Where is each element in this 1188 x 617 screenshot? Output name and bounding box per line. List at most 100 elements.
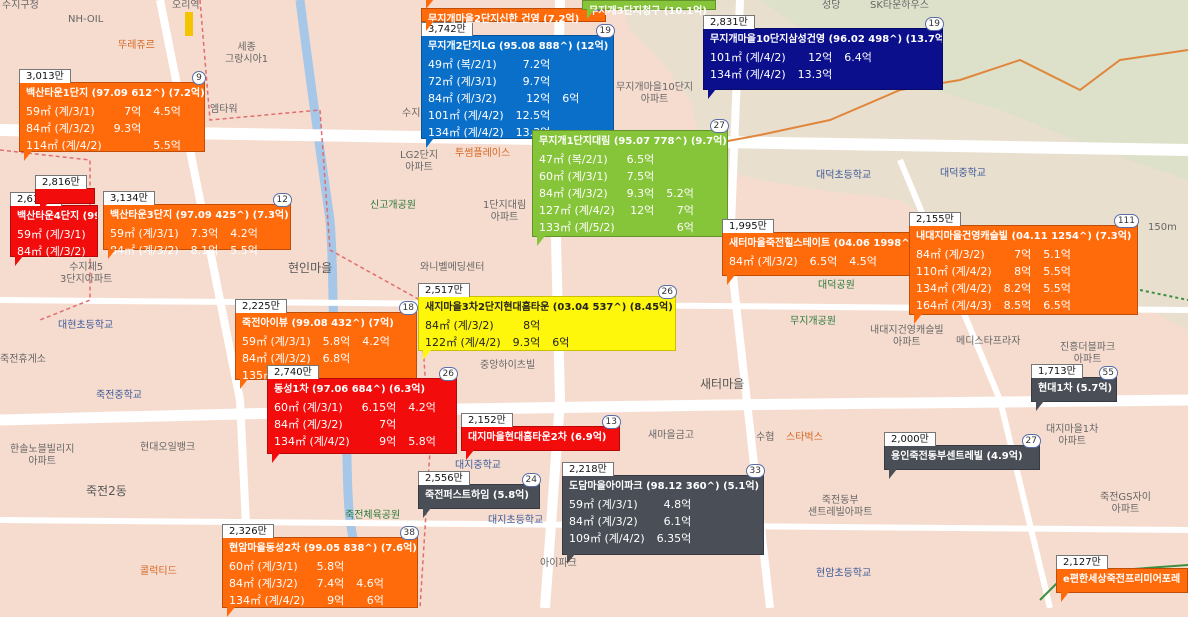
unit-price-table: 47㎡ (복/2/1) 6.5억 60㎡ (계/3/1) 7.5억 84㎡ (계/3/2…: [539, 151, 706, 236]
place-label: 콜럭티드: [140, 566, 177, 577]
sale-price: 6.5억: [626, 153, 655, 166]
sale-price: 9.3억: [512, 336, 541, 349]
jeonse-price: 4.5억: [849, 255, 877, 268]
complex-marker[interactable]: 2,326만 38 현암마을동성2차 (99.05 838^) (7.6억) 60㎡ …: [222, 524, 419, 617]
place-label: 대덕중학교: [940, 168, 986, 179]
place-label: 대지마을1차 아파트: [1046, 424, 1099, 447]
place-label: 새터마을: [700, 377, 745, 391]
place-label: 진흥더블파크 아파트: [1060, 342, 1116, 365]
place-label: 대덕공원: [818, 280, 855, 291]
place-label: 오리역: [172, 0, 200, 11]
complex-title: 백산타운1단지 (97.09 612^) (7.2억): [26, 88, 204, 99]
complex-marker[interactable]: 2,000만 27 용인죽전동부센트레빌 (4.9억): [884, 432, 1041, 479]
complex-marker[interactable]: 27 무지개1단지대림 (95.07 778^) (9.7억) 47㎡ (복/2/1…: [532, 119, 729, 246]
jeonse-price: [562, 107, 591, 124]
listing-count-badge: 26: [438, 367, 458, 381]
jeonse-price: [666, 168, 706, 185]
complex-marker[interactable]: 3,013만 9 백산타운1단지 (97.09 612^) (7.2억) 59㎡ (계…: [19, 69, 206, 161]
unit-row: 60㎡ (계/3/1) 5.8억: [229, 558, 396, 575]
sale-price: 8.1억: [190, 244, 219, 257]
sale-price: [114, 137, 154, 154]
unit-row: 101㎡ (계/4/2) 12.5억: [428, 107, 591, 124]
unit-row: 127㎡ (계/4/2) 12억 7억: [539, 202, 706, 219]
unit-size: 59㎡ (계/3/1): [242, 335, 311, 348]
unit-size: 101㎡ (계/4/2): [428, 109, 504, 122]
price-per-pyeong: 2,127만: [1056, 555, 1108, 569]
sale-price: 8.5억: [1003, 299, 1032, 312]
complex-title: 죽전아이뷰 (99.08 432^) (7억): [242, 318, 394, 329]
complex-marker[interactable]: 2,612만백산타운4단지 (9959㎡ (계/3/1)84㎡ (계/3/2): [10, 192, 98, 266]
unit-price-table: 60㎡ (계/3/1) 5.8억 84㎡ (계/3/2) 7.4억 4.6억 134㎡ (…: [229, 558, 396, 609]
unit-row: 109㎡ (계/4/2) 6.35억: [569, 530, 715, 547]
marker-pointer: [40, 203, 48, 213]
place-label: 1단지대림 아파트: [483, 200, 527, 223]
sale-price: 12억: [526, 92, 551, 105]
complex-title: 백산타운4단지 (99: [17, 211, 97, 222]
jeonse-price: [153, 120, 193, 137]
jeonse-price: [562, 56, 591, 73]
jeonse-price: 6.5억: [1043, 299, 1071, 312]
place-label: 새마을금고: [648, 430, 694, 441]
complex-marker[interactable]: 3,134만 12 백산타운3단지 (97.09 425^) (7.3억) 59㎡ (…: [103, 191, 292, 259]
marker-pointer: [423, 350, 431, 360]
price-per-pyeong: 2,326만: [222, 524, 274, 538]
jeonse-price: 5.5억: [230, 244, 258, 257]
jeonse-price: [703, 513, 715, 530]
place-label: 수지구청: [2, 0, 39, 11]
unit-size: 84㎡ (계/3/2): [539, 187, 608, 200]
complex-marker[interactable]: 2,831만 19 무지개마을10단지삼성건영 (96.02 498^) (13.7…: [703, 15, 944, 99]
unit-size: 134㎡ (계/4/2): [229, 594, 305, 607]
place-label: 성당: [822, 0, 841, 11]
place-label: SK타운하우스: [870, 0, 929, 11]
complex-marker[interactable]: 무지개3단지청구 (10.1억): [582, 0, 716, 19]
complex-title: 용인죽전동부센트레빌 (4.9억): [891, 451, 1023, 462]
place-label: 대지초등학교: [488, 515, 544, 526]
complex-marker[interactable]: 2,218만 33 도담마을아이파크 (98.12 360^) (5.1억) 59㎡ …: [562, 462, 765, 564]
unit-row: 84㎡ (계/3/2) 7억: [274, 416, 448, 433]
complex-marker[interactable]: 2,556만 24 죽전퍼스트하임 (5.8억): [418, 471, 541, 518]
listing-count-badge: 27: [1021, 434, 1041, 448]
complex-marker[interactable]: 1,995만새터마을죽전힐스테이트 (04.06 1998^ 84㎡ (계/3/2…: [722, 219, 914, 285]
unit-row: 84㎡ (계/3/2) 6.5억 4.5억: [729, 253, 889, 270]
price-per-pyeong: 3,013만: [19, 69, 71, 83]
complex-title: 죽전퍼스트하임 (5.8억): [425, 490, 529, 501]
place-label: 스타벅스: [786, 432, 823, 443]
sale-price: 7.4억: [316, 577, 345, 590]
place-label: 죽전휴게소: [0, 354, 46, 365]
sale-price: 13.3억: [797, 68, 833, 81]
complex-marker[interactable]: 1,713만 55 현대1차 (5.7억): [1031, 364, 1118, 411]
marker-pointer: [1036, 401, 1044, 411]
price-per-pyeong: 3,134만: [103, 191, 155, 205]
sale-price: 7억: [1014, 248, 1032, 261]
complex-marker[interactable]: 2,816만: [35, 175, 95, 213]
unit-row: 134㎡ (계/4/2) 13.3억: [710, 66, 884, 83]
complex-marker[interactable]: 3,742만 19 무지개2단지LG (95.08 888^) (12억) 49㎡ (…: [421, 22, 615, 148]
complex-title: 새터마을죽전힐스테이트 (04.06 1998^: [729, 238, 910, 249]
complex-marker[interactable]: 2,517만 26 새지마을3차2단지현대홈타운 (03.04 537^) (8.4…: [418, 283, 677, 360]
complex-marker[interactable]: 2,127만 e편한세상죽전프리미어포레: [1056, 555, 1188, 602]
listing-count-badge: 19: [924, 17, 944, 31]
place-label: 150m: [1148, 222, 1177, 233]
unit-size: 60㎡ (계/3/1): [274, 401, 343, 414]
marker-pointer: [537, 236, 545, 246]
complex-marker[interactable]: 2,740만 26 동성1차 (97.06 684^) (6.3억) 60㎡ (계/3…: [267, 365, 458, 463]
sale-price: [627, 219, 667, 236]
place-label: NH-OIL: [68, 14, 104, 25]
unit-price-table: 59㎡ (계/3/1) 5.8억 4.2억 84㎡ (계/3/2) 6.8억 135㎡: [242, 333, 402, 384]
complex-marker[interactable]: 2,152만 13 대지마을현대홈타운2차 (6.9억): [461, 413, 621, 460]
price-per-pyeong: 1,995만: [722, 219, 774, 233]
jeonse-price: [362, 350, 402, 367]
price-per-pyeong: 2,000만: [884, 432, 936, 446]
jeonse-price: [703, 530, 715, 547]
complex-marker[interactable]: 19무지개마을2단지신한 건영 (7.2억): [421, 0, 607, 31]
jeonse-price: [552, 317, 581, 334]
complex-marker[interactable]: 2,225만 18 죽전아이뷰 (99.08 432^) (7억) 59㎡ (계/3/…: [235, 299, 418, 389]
unit-size: 84㎡ (계/3/2): [110, 244, 179, 257]
jeonse-price: 4.6억: [356, 577, 384, 590]
complex-title: 무지개1단지대림 (95.07 778^) (9.7억): [539, 136, 727, 147]
sale-price: 9.7억: [522, 75, 551, 88]
sale-price: 6.1억: [663, 515, 692, 528]
complex-marker[interactable]: 2,155만 111 내대지마을건영캐슬빌 (04.11 1254^) (7.3억)…: [909, 212, 1139, 324]
jeonse-price: 5.5억: [153, 139, 181, 152]
marker-pointer: [914, 314, 922, 324]
